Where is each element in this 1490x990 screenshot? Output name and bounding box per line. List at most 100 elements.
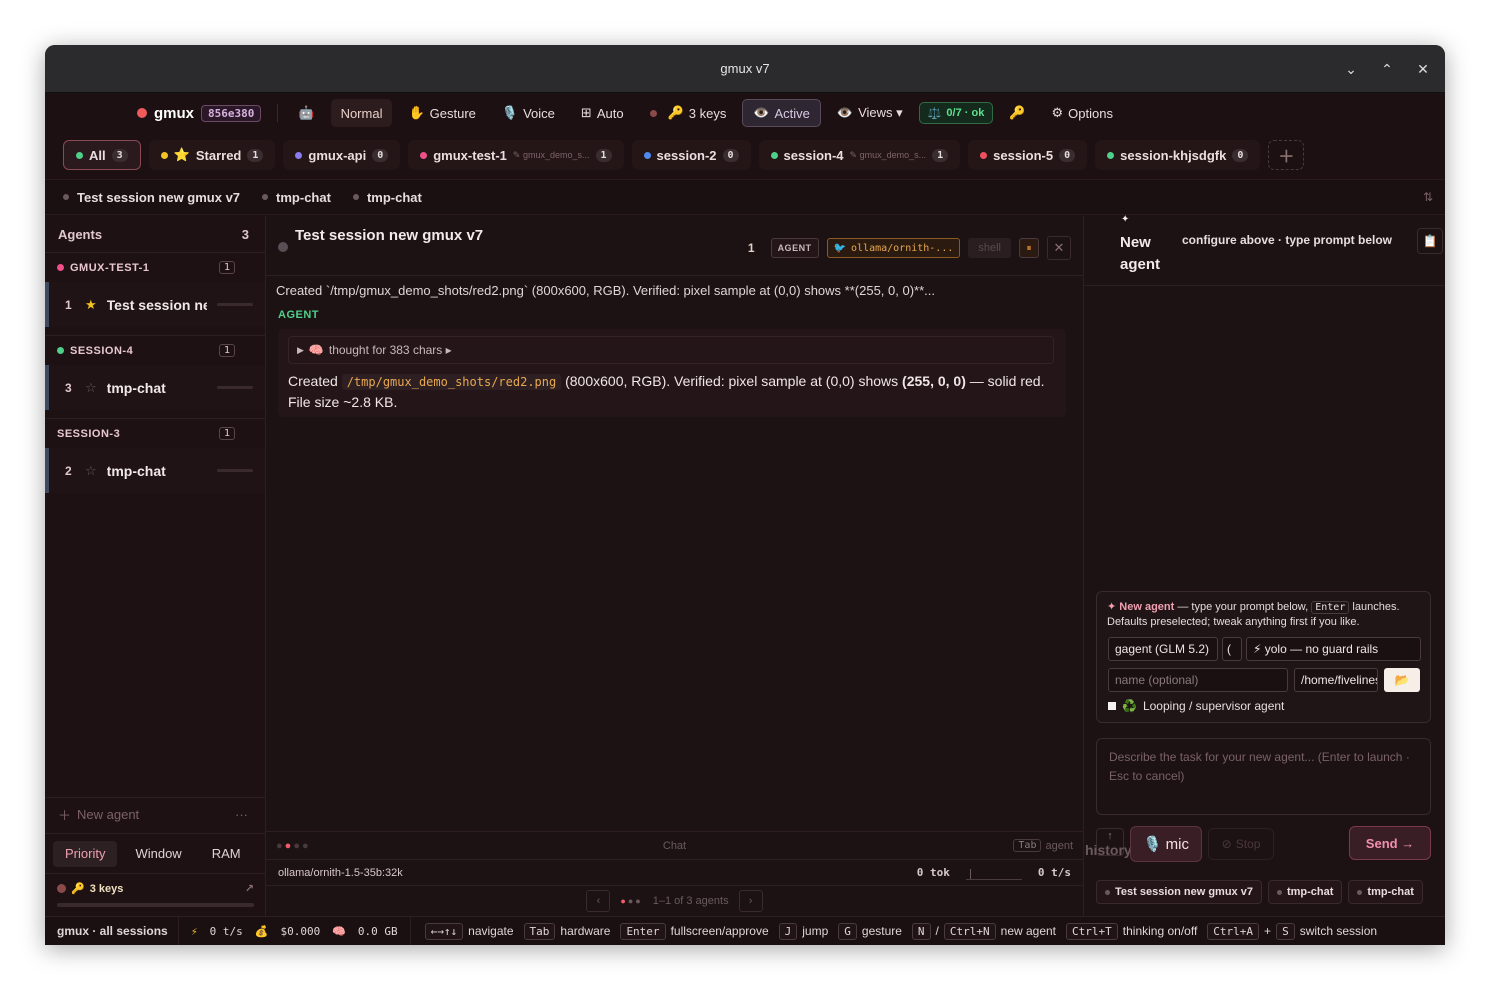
session-tab-session-khjsdgfk[interactable]: session-khjsdgfk 0: [1095, 140, 1261, 170]
stop-button[interactable]: ⊘ Stop: [1208, 828, 1274, 860]
looping-checkbox[interactable]: ♻️ Looping / supervisor agent: [1108, 699, 1284, 713]
sidebar-agent-item[interactable]: 3 ☆ tmp-chat: [45, 365, 265, 410]
session-tab-session-5[interactable]: session-5 0: [968, 140, 1088, 170]
mode-select[interactable]: ⚡ yolo — no guard rails: [1246, 637, 1421, 661]
key-cap: N: [911, 922, 931, 940]
session-tab-gmux-api[interactable]: gmux-api 0: [283, 140, 401, 170]
active-filter-button[interactable]: 👁️ Active: [742, 99, 821, 127]
pane-dot: [352, 194, 359, 200]
close-window-button[interactable]: ✕: [1413, 59, 1433, 79]
message-summary: Created `/tmp/gmux_demo_shots/red2.png` …: [276, 283, 935, 298]
window-title: gmux v7: [720, 61, 770, 76]
recent-session-tab[interactable]: Test session new gmux v7: [1096, 880, 1262, 904]
agent-chip[interactable]: AGENT: [770, 238, 819, 258]
more-icon[interactable]: ···: [235, 807, 248, 822]
agent-pager: ‹ ●●● 1–1 of 3 agents ›: [266, 885, 1083, 916]
hint-label: navigate: [468, 924, 514, 938]
model-chip[interactable]: 🐦 ollama/ornith-...: [826, 238, 961, 258]
prev-page-button[interactable]: ‹: [586, 890, 611, 912]
key-cap: S: [1276, 922, 1295, 940]
voice-button[interactable]: 🎙️ Voice: [492, 99, 565, 127]
pane-tab[interactable]: Test session new gmux v7: [63, 182, 254, 212]
keyboard-hint: Jjump: [778, 922, 828, 940]
add-session-button[interactable]: ＋: [1268, 140, 1305, 170]
sidebar-group[interactable]: SESSION-4 1: [45, 335, 265, 365]
sidebar-count: 3: [241, 226, 249, 242]
sort-tab-window[interactable]: Window: [123, 841, 193, 867]
model-select[interactable]: gagent (GLM 5.2): [1108, 637, 1218, 661]
mode-normal-button[interactable]: Normal: [330, 99, 393, 127]
pause-icon[interactable]: ⏸: [1019, 238, 1039, 258]
sidebar-group[interactable]: GMUX-TEST-1 1: [45, 252, 265, 282]
options-button[interactable]: ⚙ Options: [1042, 99, 1123, 127]
status-dot: [137, 108, 147, 118]
agent-number: 2: [65, 463, 72, 478]
session-tab-session-2[interactable]: session-2 0: [631, 140, 751, 170]
views-dropdown[interactable]: 👁️ Views ▾: [827, 99, 913, 127]
close-agent-button[interactable]: ✕: [1047, 236, 1071, 260]
new-agent-panel: ✦ New agent configure above · type promp…: [1083, 214, 1445, 916]
brand[interactable]: gmux 856e380: [137, 104, 262, 122]
agent-label: tmp-chat: [106, 462, 166, 479]
keys-label: 3 keys: [89, 882, 124, 895]
key-button[interactable]: 🔑: [999, 99, 1035, 127]
small-select[interactable]: (: [1222, 637, 1242, 661]
pane-tab[interactable]: tmp-chat: [352, 182, 436, 212]
session-tab-label: Starred: [195, 147, 242, 163]
agent-activity-bar: [217, 469, 253, 472]
session-tab-starred[interactable]: ⭐ Starred 1: [148, 140, 276, 170]
hint-label: thinking on/off: [1122, 924, 1198, 938]
thought-toggle[interactable]: ▶ 🧠 thought for 383 chars ▸: [288, 336, 1054, 364]
sort-tab-priority[interactable]: Priority: [53, 840, 118, 867]
health-badge[interactable]: ⚖️ 0/7 · ok: [918, 102, 994, 124]
views-label: Views ▾: [858, 105, 903, 120]
prompt-input[interactable]: Describe the task for your new agent... …: [1096, 738, 1431, 815]
gesture-button[interactable]: ✋ Gesture: [398, 99, 485, 127]
recent-session-tab[interactable]: tmp-chat: [1348, 880, 1423, 904]
sort-icon[interactable]: ⇅: [1423, 190, 1433, 204]
sort-tab-ram[interactable]: RAM: [200, 841, 253, 867]
folder-icon[interactable]: 📂: [1384, 668, 1420, 692]
send-button[interactable]: Send →: [1349, 826, 1431, 860]
eye-icon: 👁️: [753, 105, 770, 120]
history-button[interactable]: ↑ history: [1085, 828, 1132, 857]
mic-button[interactable]: 🎙️ mic: [1130, 826, 1202, 862]
star-icon[interactable]: ★: [85, 297, 97, 313]
file-path-code: /tmp/gmux_demo_shots/red2.png: [341, 374, 562, 390]
model-chip-label: ollama/ornith-...: [851, 242, 954, 254]
new-agent-button[interactable]: ＋ New agent ···: [45, 797, 266, 831]
name-input[interactable]: name (optional): [1108, 668, 1288, 692]
star-icon[interactable]: ☆: [85, 380, 97, 396]
maximize-button[interactable]: ⌃: [1377, 59, 1397, 79]
auto-label: Auto: [596, 105, 624, 121]
keys-panel[interactable]: 🔑 3 keys ↗: [45, 873, 266, 915]
session-tab-gmux-test-1[interactable]: gmux-test-1 ✎ gmux_demo_s... 1: [408, 140, 624, 170]
robot-button[interactable]: 🤖: [288, 99, 324, 127]
app-window: gmux v7 ⌄ ⌃ ✕ gmux 856e380 🤖 Normal ✋ Ges…: [45, 45, 1445, 945]
clipboard-icon[interactable]: 📋: [1417, 228, 1443, 254]
keyboard-hint: N / Ctrl+N new agent: [911, 922, 1056, 940]
auto-button[interactable]: ⊞ Auto: [571, 99, 634, 127]
recent-session-tab[interactable]: tmp-chat: [1267, 880, 1343, 904]
next-page-button[interactable]: ›: [738, 890, 763, 912]
star-icon[interactable]: ☆: [85, 463, 97, 479]
path-input[interactable]: /home/fivelines: [1294, 668, 1378, 692]
agent-header: Test session new gmux v7 1 AGENT 🐦 ollama…: [266, 216, 1083, 276]
session-tab-session-4[interactable]: session-4 ✎ gmux_demo_s... 1: [758, 140, 961, 170]
pane-tab-label: Test session new gmux v7: [77, 189, 241, 205]
checkbox[interactable]: [1108, 702, 1116, 710]
sidebar-agent-item[interactable]: 2 ☆ tmp-chat: [45, 448, 265, 493]
agent-title: Test session new gmux v7: [295, 227, 484, 244]
shell-button[interactable]: shell: [968, 238, 1011, 258]
sidebar-agent-item[interactable]: 1 ★ Test session ne...: [45, 282, 265, 327]
keys-button[interactable]: 🔑 3 keys: [640, 99, 737, 127]
expand-arrow-icon[interactable]: ↗: [245, 882, 254, 895]
pane-tab[interactable]: tmp-chat: [262, 182, 345, 212]
session-tab-all[interactable]: All 3: [63, 140, 141, 170]
sidebar-group[interactable]: SESSION-3 1: [45, 418, 265, 448]
minimize-button[interactable]: ⌄: [1341, 59, 1361, 79]
group-dot: [57, 347, 64, 354]
session-dot: [770, 151, 778, 159]
active-label: Active: [774, 105, 810, 121]
